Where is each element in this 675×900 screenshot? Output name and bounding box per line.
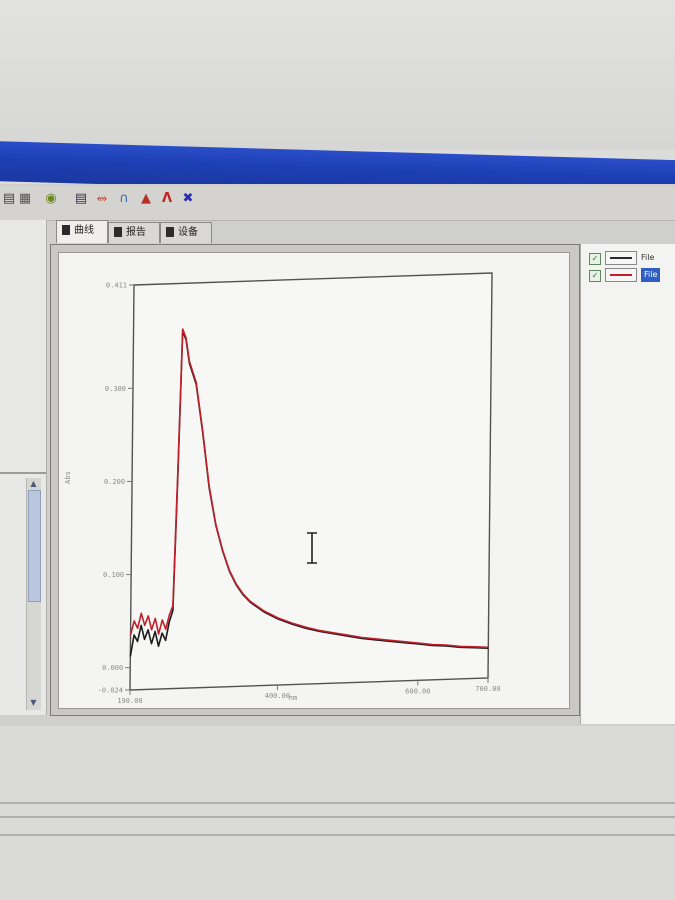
absorbance-chart: 0.411 0.300 0.200 0.100 0.000 -0.024 190.00 400… [64, 272, 501, 705]
y-axis-label: Abs [64, 471, 72, 484]
x-axis-label: nm [289, 694, 297, 702]
y-tick-label: 0.411 [106, 282, 127, 290]
x-tick-label: 190.00 [117, 697, 142, 705]
y-tick-label: 0.100 [103, 571, 124, 579]
x-tick-label: 400.00 [265, 692, 290, 700]
y-tick-label: -0.024 [98, 687, 123, 695]
x-tick-label: 600.00 [405, 687, 430, 695]
y-tick-label: 0.000 [102, 664, 123, 672]
x-tick-label: 700.00 [475, 685, 500, 693]
y-tick-label: 0.300 [105, 385, 126, 393]
y-tick-label: 0.200 [104, 478, 125, 486]
